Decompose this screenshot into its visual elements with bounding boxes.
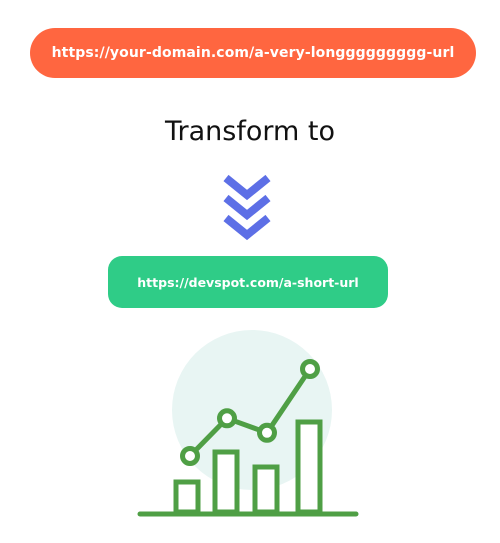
long-url-pill: https://your-domain.com/a-very-longggggg… xyxy=(30,28,476,78)
trend-point xyxy=(217,408,237,429)
short-url-text: https://devspot.com/a-short-url xyxy=(137,274,359,290)
triple-chevron-down-icon xyxy=(223,174,271,241)
chart-bar xyxy=(212,449,240,515)
trend-point xyxy=(257,422,277,443)
trend-point xyxy=(300,359,320,379)
long-url-text: https://your-domain.com/a-very-longggggg… xyxy=(51,45,455,61)
chevron-down-icon xyxy=(223,194,271,221)
chevron-down-icon xyxy=(223,214,271,241)
chart-bar xyxy=(295,419,323,515)
chevron-down-icon xyxy=(223,174,271,201)
trend-point xyxy=(180,446,200,466)
chart-bar xyxy=(252,464,280,515)
chart-bar xyxy=(173,479,201,515)
growth-chart-icon xyxy=(137,330,359,517)
transform-heading: Transform to xyxy=(165,116,335,147)
short-url-pill: https://devspot.com/a-short-url xyxy=(108,256,388,308)
